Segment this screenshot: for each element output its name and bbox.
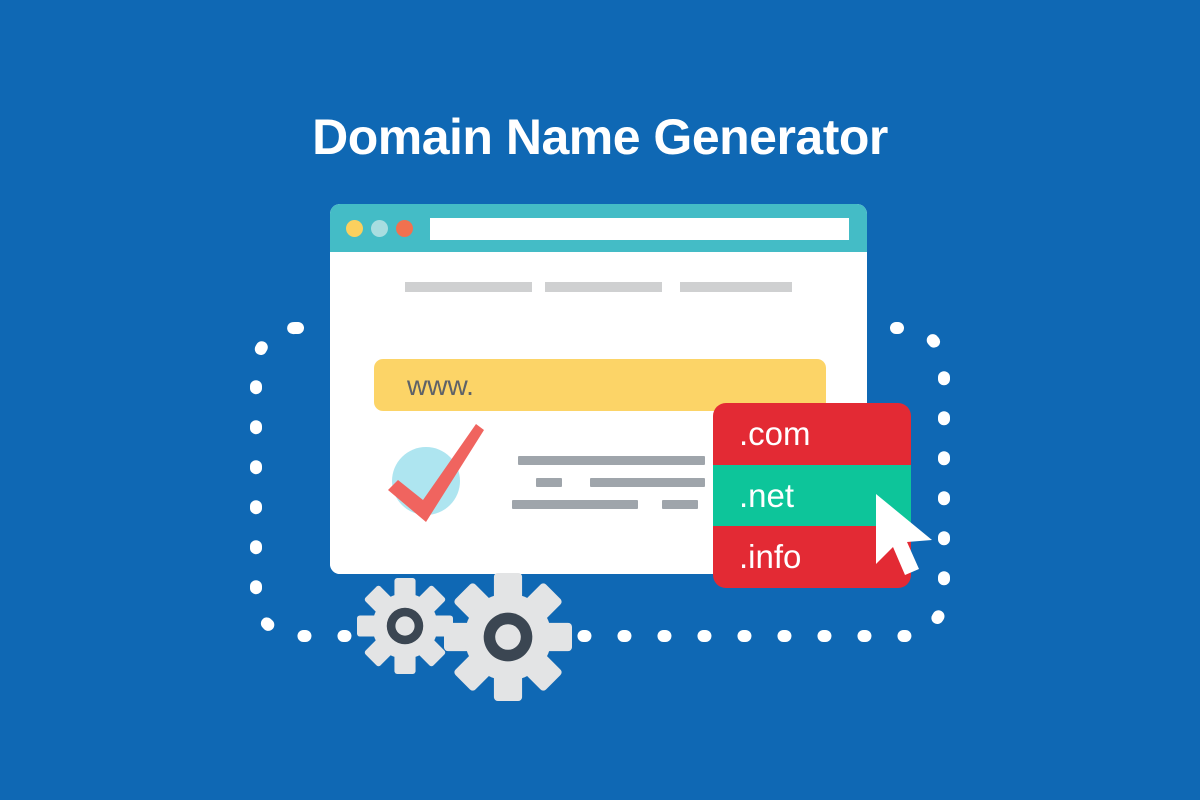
checkmark-icon	[388, 424, 484, 522]
window-close-dot[interactable]	[396, 220, 413, 237]
result-line-2a	[536, 478, 562, 487]
result-line-3a	[512, 500, 638, 509]
mouse-cursor-icon	[876, 494, 932, 575]
nav-placeholder-2	[545, 282, 662, 292]
address-bar-input[interactable]	[430, 218, 849, 240]
page-title: Domain Name Generator	[312, 109, 888, 165]
poster-canvas: Domain Name Generator www. .com .net .in…	[0, 0, 1200, 800]
gear-small-icon	[357, 578, 453, 674]
window-maximize-dot[interactable]	[371, 220, 388, 237]
result-line-1a	[518, 456, 705, 465]
nav-placeholder-3	[680, 282, 792, 292]
nav-placeholder-1	[405, 282, 532, 292]
tld-option-com[interactable]: .com	[713, 403, 911, 465]
gear-large-icon	[444, 573, 572, 701]
domain-search-value: www.	[407, 370, 474, 401]
result-line-2b	[590, 478, 705, 487]
browser-titlebar	[330, 204, 867, 252]
result-line-3b	[662, 500, 698, 509]
window-minimize-dot[interactable]	[346, 220, 363, 237]
